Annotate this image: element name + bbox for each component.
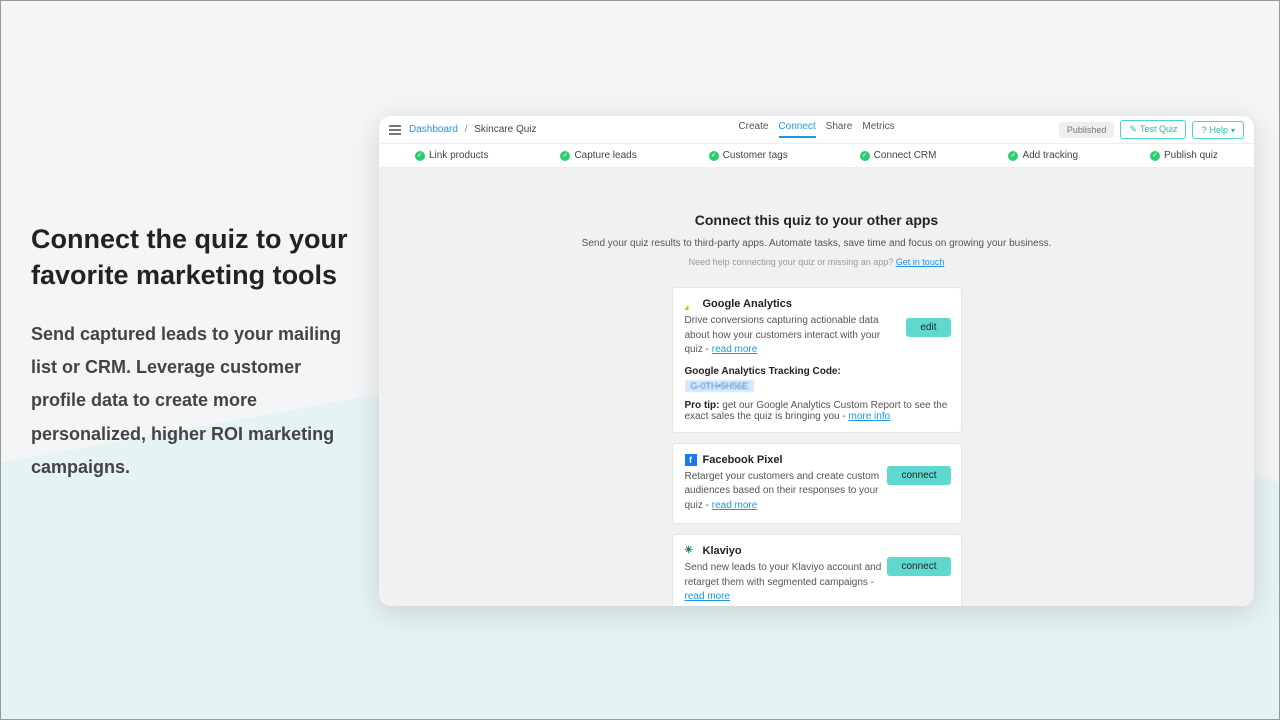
check-icon: ✓ (1008, 151, 1018, 161)
hero-subtitle: Send captured leads to your mailing list… (31, 318, 351, 484)
read-more-link[interactable]: read more (712, 344, 758, 355)
tracking-code-label: Google Analytics Tracking Code: (685, 366, 949, 377)
step-customer-tags[interactable]: ✓Customer tags (709, 150, 788, 161)
status-published: Published (1059, 122, 1115, 138)
connect-button[interactable]: connect (887, 466, 950, 485)
check-icon: ✓ (1150, 151, 1160, 161)
connect-button[interactable]: connect (887, 557, 950, 576)
page-body: Connect this quiz to your other apps Sen… (379, 168, 1254, 606)
step-publish-quiz[interactable]: ✓Publish quiz (1150, 150, 1218, 161)
hero-text: Connect the quiz to your favorite market… (31, 221, 351, 484)
klaviyo-icon: ✳ (685, 545, 697, 557)
step-connect-crm[interactable]: ✓Connect CRM (860, 150, 937, 161)
breadcrumb-root[interactable]: Dashboard (409, 124, 458, 135)
help-icon: ? (1201, 125, 1206, 135)
tab-metrics[interactable]: Metrics (862, 121, 894, 138)
chevron-down-icon: ▾ (1231, 126, 1235, 135)
page-subheading: Send your quiz results to third-party ap… (497, 238, 1137, 249)
get-in-touch-link[interactable]: Get in touch (896, 257, 945, 267)
check-icon: ✓ (560, 151, 570, 161)
edit-button[interactable]: edit (906, 318, 950, 337)
top-bar: Dashboard / Skincare Quiz Create Connect… (379, 116, 1254, 144)
read-more-link[interactable]: read more (685, 591, 731, 602)
more-info-link[interactable]: more info (848, 411, 890, 422)
tab-connect[interactable]: Connect (778, 121, 815, 138)
test-quiz-button[interactable]: ✎Test Quiz (1120, 120, 1186, 139)
check-icon: ✓ (860, 151, 870, 161)
read-more-link[interactable]: read more (712, 500, 758, 511)
breadcrumb-current: Skincare Quiz (474, 124, 536, 135)
tab-create[interactable]: Create (738, 121, 768, 138)
check-icon: ✓ (709, 151, 719, 161)
facebook-icon: f (685, 454, 697, 466)
edit-icon: ✎ (1129, 124, 1137, 134)
integration-card-facebook-pixel: fFacebook Pixel connect Retarget your cu… (672, 443, 962, 525)
hero-title: Connect the quiz to your favorite market… (31, 221, 351, 294)
progress-steps: ✓Link products ✓Capture leads ✓Customer … (379, 144, 1254, 168)
integration-card-google-analytics: Google Analytics edit Drive conversions … (672, 287, 962, 433)
check-icon: ✓ (415, 151, 425, 161)
google-analytics-icon (685, 298, 697, 310)
help-button[interactable]: ?Help▾ (1192, 121, 1244, 139)
page-heading: Connect this quiz to your other apps (497, 212, 1137, 228)
main-tabs: Create Connect Share Metrics (738, 121, 894, 138)
integration-card-klaviyo: ✳Klaviyo connect Send new leads to your … (672, 534, 962, 606)
help-line: Need help connecting your quiz or missin… (497, 257, 1137, 267)
breadcrumb: Dashboard / Skincare Quiz (409, 124, 537, 135)
app-window: Dashboard / Skincare Quiz Create Connect… (379, 116, 1254, 606)
step-link-products[interactable]: ✓Link products (415, 150, 488, 161)
menu-icon[interactable] (389, 125, 401, 135)
step-add-tracking[interactable]: ✓Add tracking (1008, 150, 1078, 161)
tab-share[interactable]: Share (826, 121, 853, 138)
tracking-code-value: G-0TH•5H56E (685, 380, 755, 392)
step-capture-leads[interactable]: ✓Capture leads (560, 150, 636, 161)
